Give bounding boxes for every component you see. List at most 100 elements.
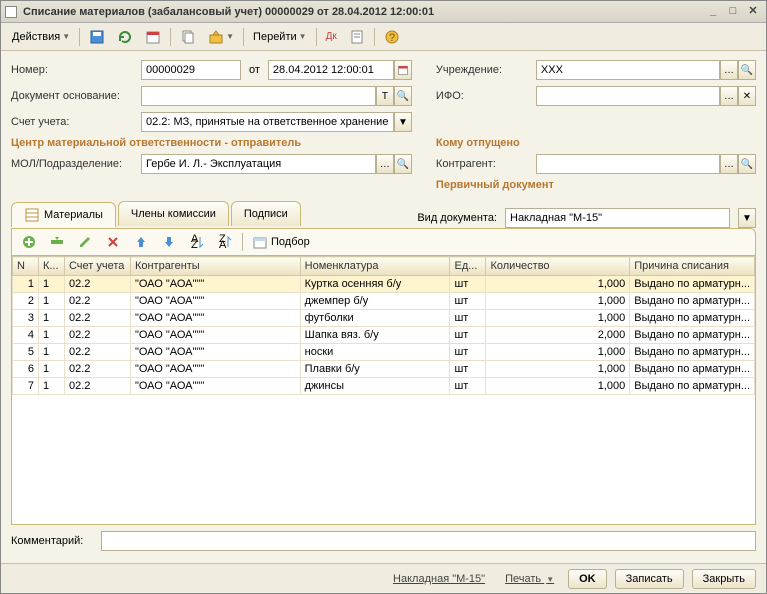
grid[interactable]: N К... Счет учета Контрагенты Номенклату…: [11, 255, 756, 525]
kagent-ellipsis-button[interactable]: …: [720, 154, 738, 174]
actions-menu[interactable]: Действия▼: [7, 26, 75, 48]
kagent-search-button[interactable]: 🔍: [738, 154, 756, 174]
tab-materials[interactable]: Материалы: [11, 202, 116, 227]
table-row[interactable]: 1102.2"ОАО "АОА"""Куртка осенняя б/ушт1,…: [13, 276, 755, 293]
kagent-input[interactable]: [536, 154, 720, 174]
select-button[interactable]: Подбор: [247, 232, 315, 252]
cell-nom: носки: [300, 344, 450, 361]
account-dd-button[interactable]: ▼: [394, 112, 412, 132]
cell-kagent: "ОАО "АОА""": [130, 293, 300, 310]
cell-kagent: "ОАО "АОА""": [130, 361, 300, 378]
copy-icon[interactable]: [175, 26, 201, 48]
table-row[interactable]: 5102.2"ОАО "АОА"""носкишт1,000Выдано по …: [13, 344, 755, 361]
maximize-button[interactable]: □: [724, 4, 742, 20]
doc-base-search-button[interactable]: 🔍: [394, 86, 412, 106]
col-n[interactable]: N: [13, 257, 39, 276]
cell-n: 4: [13, 327, 39, 344]
mol-search-button[interactable]: 🔍: [394, 154, 412, 174]
tab-signs[interactable]: Подписи: [231, 201, 301, 226]
cell-k: 1: [38, 293, 64, 310]
cell-n: 7: [13, 378, 39, 395]
goto-menu[interactable]: Перейти▼: [248, 26, 312, 48]
cell-qty: 1,000: [486, 361, 630, 378]
cell-n: 6: [13, 361, 39, 378]
save-icon[interactable]: [84, 26, 110, 48]
cell-unit: шт: [450, 327, 486, 344]
mol-ellipsis-button[interactable]: …: [376, 154, 394, 174]
cell-reason: Выдано по арматурн...: [630, 293, 755, 310]
report-icon[interactable]: [344, 26, 370, 48]
delete-row-icon[interactable]: [100, 232, 126, 252]
ok-button[interactable]: OK: [568, 569, 607, 589]
center-header: Центр материальной ответственности - отп…: [11, 137, 412, 149]
move-down-icon[interactable]: [156, 232, 182, 252]
tab-commission[interactable]: Члены комиссии: [118, 201, 229, 226]
insert-row-icon[interactable]: [44, 232, 70, 252]
status-print[interactable]: Печать ▼: [499, 570, 560, 588]
kind-dd-button[interactable]: ▼: [738, 208, 756, 228]
doc-base-t-button[interactable]: T: [376, 86, 394, 106]
help-icon[interactable]: ?: [379, 26, 405, 48]
kind-label: Вид документа:: [417, 212, 497, 224]
fill-icon[interactable]: ▼: [203, 26, 239, 48]
cell-k: 1: [38, 378, 64, 395]
cell-k: 1: [38, 276, 64, 293]
col-kagent[interactable]: Контрагенты: [130, 257, 300, 276]
table-row[interactable]: 2102.2"ОАО "АОА"""джемпер б/ушт1,000Выда…: [13, 293, 755, 310]
cell-k: 1: [38, 344, 64, 361]
cell-acc: 02.2: [64, 344, 130, 361]
inst-search-button[interactable]: 🔍: [738, 60, 756, 80]
ifo-input[interactable]: [536, 86, 720, 106]
ifo-clear-button[interactable]: ✕: [738, 86, 756, 106]
doc-base-input[interactable]: [141, 86, 376, 106]
cell-reason: Выдано по арматурн...: [630, 310, 755, 327]
col-unit[interactable]: Ед...: [450, 257, 486, 276]
move-up-icon[interactable]: [128, 232, 154, 252]
cell-acc: 02.2: [64, 276, 130, 293]
comment-input[interactable]: [101, 531, 756, 551]
inst-ellipsis-button[interactable]: …: [720, 60, 738, 80]
add-row-icon[interactable]: [16, 232, 42, 252]
ifo-label: ИФО:: [436, 90, 536, 102]
table-row[interactable]: 7102.2"ОАО "АОА"""джинсышт1,000Выдано по…: [13, 378, 755, 395]
table-row[interactable]: 4102.2"ОАО "АОА"""Шапка вяз. б/ушт2,000В…: [13, 327, 755, 344]
status-invoice[interactable]: Накладная "М-15": [387, 570, 491, 588]
sort-desc-icon[interactable]: ZA: [212, 232, 238, 252]
col-k[interactable]: К...: [38, 257, 64, 276]
calendar-icon[interactable]: [140, 26, 166, 48]
mol-label: МОЛ/Подразделение:: [11, 158, 141, 170]
ifo-ellipsis-button[interactable]: …: [720, 86, 738, 106]
col-reason[interactable]: Причина списания: [630, 257, 755, 276]
mol-input[interactable]: [141, 154, 376, 174]
dk-icon[interactable]: Дк: [321, 26, 342, 48]
inst-input[interactable]: [536, 60, 720, 80]
cell-nom: джинсы: [300, 378, 450, 395]
close-form-button[interactable]: Закрыть: [692, 569, 756, 589]
cell-reason: Выдано по арматурн...: [630, 276, 755, 293]
close-button[interactable]: ✕: [744, 4, 762, 20]
col-nom[interactable]: Номенклатура: [300, 257, 450, 276]
table-row[interactable]: 3102.2"ОАО "АОА"""футболкишт1,000Выдано …: [13, 310, 755, 327]
doc-base-label: Документ основание:: [11, 90, 141, 102]
minimize-button[interactable]: _: [704, 4, 722, 20]
whom-header: Кому отпущено: [436, 137, 756, 149]
save-button[interactable]: Записать: [615, 569, 684, 589]
edit-row-icon[interactable]: [72, 232, 98, 252]
cell-nom: Куртка осенняя б/у: [300, 276, 450, 293]
table-row[interactable]: 6102.2"ОАО "АОА"""Плавки б/ушт1,000Выдан…: [13, 361, 755, 378]
svg-text:A: A: [219, 239, 227, 250]
date-input[interactable]: [268, 60, 394, 80]
account-input[interactable]: [141, 112, 394, 132]
date-picker-button[interactable]: [394, 60, 412, 80]
cell-n: 5: [13, 344, 39, 361]
col-qty[interactable]: Количество: [486, 257, 630, 276]
number-input[interactable]: [141, 60, 241, 80]
kind-input[interactable]: [505, 208, 730, 228]
cell-acc: 02.2: [64, 378, 130, 395]
cell-acc: 02.2: [64, 327, 130, 344]
col-acc[interactable]: Счет учета: [64, 257, 130, 276]
refresh-icon[interactable]: [112, 26, 138, 48]
cell-unit: шт: [450, 361, 486, 378]
cell-k: 1: [38, 310, 64, 327]
sort-asc-icon[interactable]: AZ: [184, 232, 210, 252]
